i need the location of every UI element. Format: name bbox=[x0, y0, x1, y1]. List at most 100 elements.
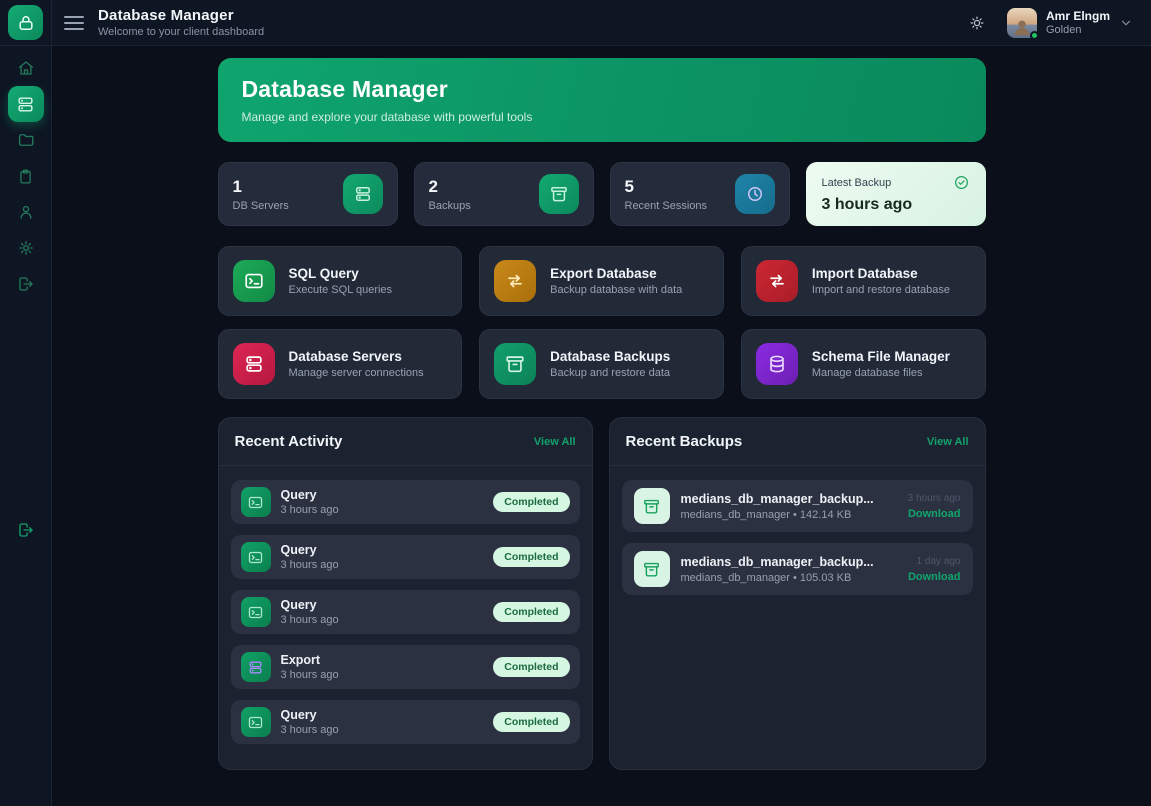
action-title: Export Database bbox=[550, 266, 682, 281]
action-card-import-database[interactable]: Import Database Import and restore datab… bbox=[741, 246, 986, 316]
backup-filename: medians_db_manager_backup... bbox=[681, 555, 874, 569]
action-title: SQL Query bbox=[289, 266, 393, 281]
activity-item[interactable]: Query 3 hours ago Completed bbox=[231, 700, 580, 744]
download-link[interactable]: Download bbox=[908, 508, 961, 520]
sidebar-item-home[interactable] bbox=[8, 50, 44, 86]
sidebar-logout-bottom[interactable] bbox=[8, 512, 44, 548]
latest-backup-card[interactable]: Latest Backup 3 hours ago bbox=[806, 162, 986, 226]
activity-title: Query bbox=[281, 708, 339, 722]
user-icon bbox=[17, 203, 35, 221]
chevron-down-icon bbox=[1119, 16, 1133, 30]
backup-item[interactable]: medians_db_manager_backup... medians_db_… bbox=[622, 543, 973, 595]
main-content: Database Manager Manage and explore your… bbox=[52, 46, 1151, 806]
quick-actions-grid: SQL Query Execute SQL queries Export Dat… bbox=[218, 246, 986, 399]
action-subtitle: Execute SQL queries bbox=[289, 284, 393, 296]
activity-title: Export bbox=[281, 653, 339, 667]
action-subtitle: Manage server connections bbox=[289, 367, 424, 379]
backup-filename: medians_db_manager_backup... bbox=[681, 492, 874, 506]
recent-backups-panel: Recent Backups View All medians_db_manag… bbox=[609, 417, 986, 770]
sidebar-item-logout[interactable] bbox=[8, 266, 44, 302]
action-card-database-backups[interactable]: Database Backups Backup and restore data bbox=[479, 329, 724, 399]
server-stack-icon bbox=[16, 95, 35, 114]
server-icon bbox=[241, 652, 271, 682]
archive-icon bbox=[634, 488, 670, 524]
sidebar-item-files[interactable] bbox=[8, 122, 44, 158]
home-icon bbox=[17, 59, 35, 77]
action-subtitle: Import and restore database bbox=[812, 284, 950, 296]
stat-card-backups[interactable]: 2 Backups bbox=[414, 162, 594, 226]
server-icon bbox=[343, 174, 383, 214]
action-title: Import Database bbox=[812, 266, 950, 281]
activity-item[interactable]: Query 3 hours ago Completed bbox=[231, 480, 580, 524]
gear-icon bbox=[17, 239, 35, 257]
folder-icon bbox=[17, 131, 35, 149]
activity-time: 3 hours ago bbox=[281, 559, 339, 571]
clipboard-icon bbox=[17, 168, 34, 185]
top-header: Database Manager Welcome to your client … bbox=[0, 0, 1151, 46]
recent-activity-panel: Recent Activity View All Query 3 hours a… bbox=[218, 417, 593, 770]
theme-toggle-button[interactable] bbox=[963, 9, 991, 37]
archive-icon bbox=[494, 343, 536, 385]
status-badge: Completed bbox=[493, 657, 569, 677]
view-all-activity-link[interactable]: View All bbox=[534, 436, 576, 448]
activity-time: 3 hours ago bbox=[281, 614, 339, 626]
logout-icon bbox=[17, 521, 35, 539]
check-circle-icon bbox=[953, 174, 970, 191]
activity-title: Query bbox=[281, 488, 339, 502]
panel-title: Recent Activity bbox=[235, 433, 343, 450]
terminal-icon bbox=[241, 487, 271, 517]
action-card-sql-query[interactable]: SQL Query Execute SQL queries bbox=[218, 246, 463, 316]
user-role: Golden bbox=[1046, 24, 1110, 36]
terminal-icon bbox=[241, 542, 271, 572]
backup-time: 1 day ago bbox=[908, 556, 961, 567]
sun-icon bbox=[968, 14, 986, 32]
logout-icon bbox=[17, 275, 35, 293]
action-title: Database Servers bbox=[289, 349, 424, 364]
stats-row: 1 DB Servers 2 Backups 5 Recent Sessio bbox=[218, 162, 986, 226]
header-divider bbox=[51, 0, 52, 46]
sidebar-item-tasks[interactable] bbox=[8, 158, 44, 194]
app-window: Database Manager Welcome to your client … bbox=[0, 0, 1151, 806]
stat-label: Recent Sessions bbox=[625, 200, 708, 212]
header-title-block: Database Manager Welcome to your client … bbox=[98, 7, 264, 38]
transfer-arrows-icon bbox=[494, 260, 536, 302]
stat-label: DB Servers bbox=[233, 200, 289, 212]
action-subtitle: Backup and restore data bbox=[550, 367, 670, 379]
stat-card-recent-sessions[interactable]: 5 Recent Sessions bbox=[610, 162, 790, 226]
action-title: Schema File Manager bbox=[812, 349, 950, 364]
activity-title: Query bbox=[281, 598, 339, 612]
download-link[interactable]: Download bbox=[908, 571, 961, 583]
transfer-arrows-icon bbox=[756, 260, 798, 302]
backup-item[interactable]: medians_db_manager_backup... medians_db_… bbox=[622, 480, 973, 532]
activity-item[interactable]: Query 3 hours ago Completed bbox=[231, 535, 580, 579]
database-icon bbox=[756, 343, 798, 385]
user-name: Amr Elngm bbox=[1046, 9, 1110, 23]
terminal-icon bbox=[241, 597, 271, 627]
sidebar-item-settings[interactable] bbox=[8, 230, 44, 266]
terminal-icon bbox=[233, 260, 275, 302]
action-card-schema-file-manager[interactable]: Schema File Manager Manage database file… bbox=[741, 329, 986, 399]
backup-time: 3 hours ago bbox=[908, 493, 961, 504]
stat-value: 5 bbox=[625, 177, 708, 197]
activity-item[interactable]: Export 3 hours ago Completed bbox=[231, 645, 580, 689]
action-card-export-database[interactable]: Export Database Backup database with dat… bbox=[479, 246, 724, 316]
stat-card-db-servers[interactable]: 1 DB Servers bbox=[218, 162, 398, 226]
status-badge: Completed bbox=[493, 602, 569, 622]
menu-toggle-icon[interactable] bbox=[64, 16, 84, 30]
sidebar-item-profile[interactable] bbox=[8, 194, 44, 230]
sidebar-nav bbox=[0, 46, 52, 806]
latest-backup-label: Latest Backup bbox=[822, 177, 892, 189]
stat-label: Backups bbox=[429, 200, 471, 212]
backup-meta: medians_db_manager • 142.14 KB bbox=[681, 509, 874, 521]
backup-meta: medians_db_manager • 105.03 KB bbox=[681, 572, 874, 584]
terminal-icon bbox=[241, 707, 271, 737]
stat-value: 1 bbox=[233, 177, 289, 197]
archive-icon bbox=[539, 174, 579, 214]
activity-item[interactable]: Query 3 hours ago Completed bbox=[231, 590, 580, 634]
action-card-database-servers[interactable]: Database Servers Manage server connectio… bbox=[218, 329, 463, 399]
app-logo[interactable] bbox=[8, 5, 43, 40]
user-menu[interactable]: Amr Elngm Golden bbox=[1007, 8, 1133, 38]
sidebar-item-database-manager[interactable] bbox=[8, 86, 44, 122]
action-title: Database Backups bbox=[550, 349, 670, 364]
view-all-backups-link[interactable]: View All bbox=[927, 436, 969, 448]
